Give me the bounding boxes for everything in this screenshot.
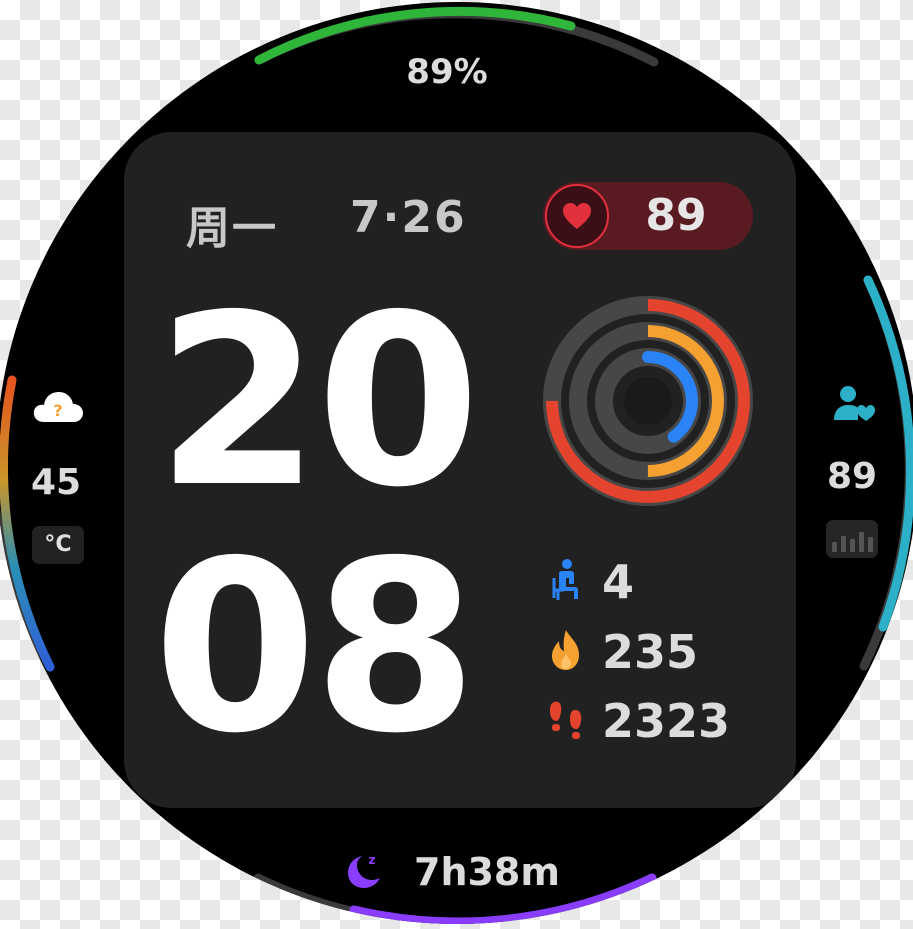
steps-value: 2323 xyxy=(602,694,731,748)
calories-value: 235 xyxy=(602,625,699,679)
watch-face: 89% 周一 7·26 89 20 08 4 235 2323 ? 45 °C … xyxy=(0,2,913,924)
svg-text:z: z xyxy=(369,853,376,867)
flame-icon xyxy=(552,630,579,670)
temperature-unit: °C xyxy=(32,526,84,564)
heart-icon-badge xyxy=(545,184,609,248)
sitting-person-icon xyxy=(552,559,578,600)
ring-center xyxy=(624,377,672,425)
bar-chart-icon xyxy=(826,520,878,558)
sedentary-value: 4 xyxy=(602,555,635,609)
heart-rate-value: 89 xyxy=(645,190,707,241)
heart-icon xyxy=(563,203,591,229)
moon-sleep-icon[interactable]: z xyxy=(342,850,384,890)
person-heart-icon[interactable] xyxy=(832,384,876,424)
activity-rings[interactable] xyxy=(541,294,755,508)
time-hours: 20 xyxy=(156,264,480,539)
footsteps-icon xyxy=(550,701,582,739)
contacts-value: 89 xyxy=(826,456,878,497)
cloud-question-icon[interactable]: ? xyxy=(32,388,84,424)
temperature-value: 45 xyxy=(30,462,82,503)
sleep-duration: 7h38m xyxy=(414,850,560,894)
time-minutes: 08 xyxy=(153,510,477,785)
date-label: 7·26 xyxy=(350,192,467,243)
svg-text:?: ? xyxy=(53,401,62,420)
weekday-label: 周一 xyxy=(186,203,278,254)
battery-percent: 89% xyxy=(406,52,488,92)
contacts-gauge-fill xyxy=(863,275,913,632)
